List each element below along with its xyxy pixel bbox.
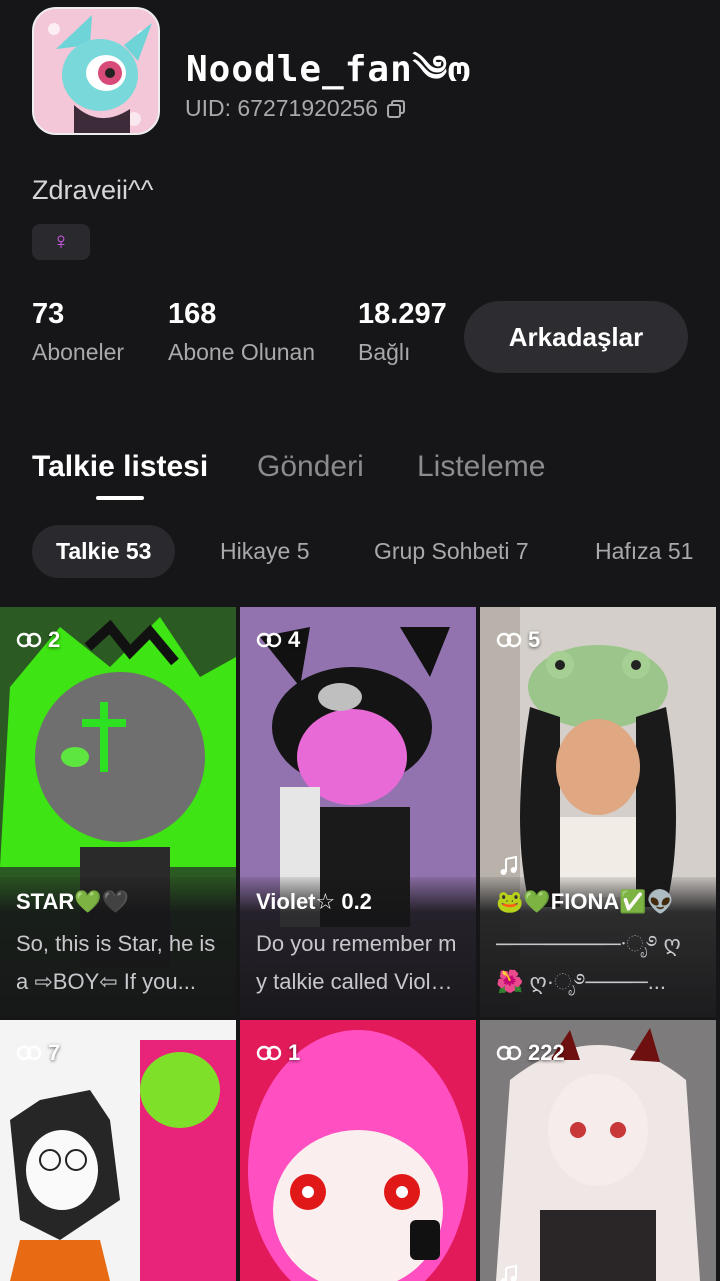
chip-group-chat[interactable]: Grup Sohbeti 7 [350,525,553,578]
uid-row: UID: 67271920256 [185,95,406,122]
card-count: 5 [496,627,540,653]
stat-subscribers[interactable]: 73 Aboneler [32,298,124,366]
stat-label: Abone Olunan [168,339,316,365]
card-count: 4 [256,627,300,653]
stat-following[interactable]: 168 Abone Olunan [168,298,315,366]
music-note-icon [500,1264,517,1281]
link-icon [496,632,522,648]
card-count: 2 [16,627,60,653]
active-tab-indicator [96,496,144,500]
chip-talkie[interactable]: Talkie 53 [32,525,176,578]
card-description: So, this is Star, he is a ⇨BOY⇦ If you..… [16,931,216,994]
stat-value: 73 [32,298,65,330]
stat-label: Bağlı [358,339,411,365]
profile-bio: Zdraveii^^ [32,175,154,205]
chip-memory[interactable]: Hafıza 51 [571,525,717,578]
friends-button[interactable]: Arkadaşlar [464,301,688,373]
card-description: Do you remember my talkie called Violet.… [256,931,457,994]
talkie-card[interactable]: 222 [480,1020,716,1281]
talkie-card[interactable]: 4 Violet☆ 0.2 Do you remember my talkie … [240,607,476,1017]
card-info: Violet☆ 0.2 Do you remember my talkie ca… [240,877,476,1017]
gender-badge: ♀ [32,224,90,260]
card-count-value: 222 [528,1040,565,1065]
card-count: 1 [256,1040,300,1066]
card-count: 7 [16,1040,60,1066]
link-icon [256,1045,282,1061]
card-info: STAR💚🖤 So, this is Star, he is a ⇨BOY⇦ I… [0,877,236,1017]
stat-connected[interactable]: 18.297 Bağlı [358,298,447,366]
talkie-card[interactable]: 7 [0,1020,236,1281]
card-title: STAR💚🖤 [16,889,130,914]
card-count-value: 5 [528,627,541,652]
card-count: 222 [496,1040,565,1066]
uid-text: UID: 67271920256 [185,95,379,121]
card-count-value: 7 [48,1040,61,1065]
tab-listing[interactable]: Listeleme [417,450,545,484]
card-title: Violet☆ 0.2 [256,889,372,914]
card-title: 🐸💚FIONA✅👽 [496,889,675,914]
music-note-icon [500,855,517,875]
talkie-card[interactable]: 5 🐸💚FIONA✅👽 ────────·ೃ࿔ ღ 🌺 ღ·ೃ࿔────... [480,607,716,1017]
stat-value: 18.297 [358,298,447,330]
stat-label: Aboneler [32,339,125,365]
tab-posts[interactable]: Gönderi [257,450,364,484]
link-icon [16,1045,42,1061]
chip-story[interactable]: Hikaye 5 [196,525,333,578]
card-info: 🐸💚FIONA✅👽 ────────·ೃ࿔ ღ 🌺 ღ·ೃ࿔────... [480,877,716,1017]
card-count-value: 4 [288,627,301,652]
link-icon [16,632,42,648]
female-icon: ♀ [52,228,70,255]
card-count-value: 2 [48,627,61,652]
talkie-card[interactable]: 1 [240,1020,476,1281]
stat-value: 168 [168,298,217,330]
link-icon [256,632,282,648]
link-icon [496,1045,522,1061]
tab-talkie-list[interactable]: Talkie listesi [32,450,208,484]
talkie-card[interactable]: 2 STAR💚🖤 So, this is Star, he is a ⇨BOY⇦… [0,607,236,1017]
copy-icon[interactable] [386,99,406,119]
card-count-value: 1 [288,1040,301,1065]
card-description: ────────·ೃ࿔ ღ 🌺 ღ·ೃ࿔────... [496,931,681,994]
profile-avatar[interactable] [32,7,160,135]
